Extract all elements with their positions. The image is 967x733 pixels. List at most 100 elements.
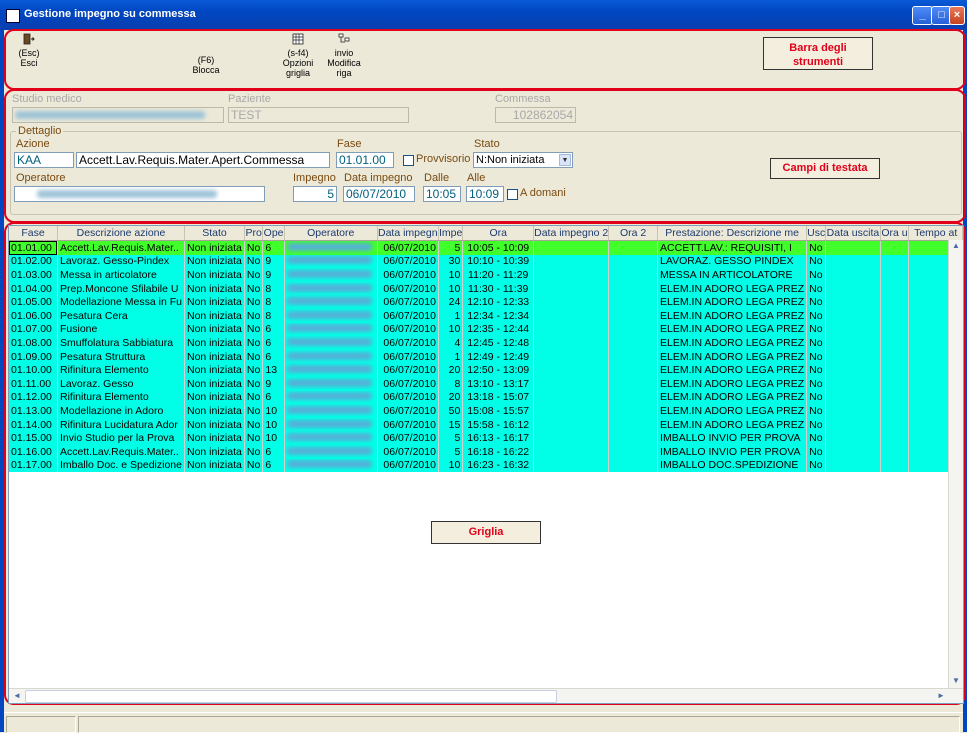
table-cell[interactable] [825, 417, 881, 432]
azione-code-field[interactable]: KAA [14, 152, 74, 168]
table-cell[interactable] [825, 431, 881, 445]
table-cell[interactable]: 06/07/2010 [377, 240, 439, 255]
table-cell[interactable]: Non iniziata [184, 390, 245, 405]
table-cell[interactable]: 6 [262, 322, 285, 337]
table-cell[interactable] [825, 254, 881, 269]
table-cell[interactable]: IMBALLO INVIO PER PROVA [657, 431, 808, 445]
table-cell[interactable] [608, 431, 659, 445]
table-cell[interactable] [825, 295, 881, 309]
column-header[interactable]: Prestazione: Descrizione me [657, 226, 808, 241]
table-cell[interactable]: ELEM.IN ADORO LEGA PREZ [657, 376, 808, 391]
table-cell[interactable]: ELEM.IN ADORO LEGA PREZ [657, 308, 808, 323]
table-cell[interactable]: ELEM.IN ADORO LEGA PREZ [657, 322, 808, 337]
table-cell[interactable]: 50 [438, 404, 464, 418]
column-header[interactable]: Ora 2 [608, 226, 659, 241]
scroll-left-icon[interactable]: ◄ [11, 690, 23, 702]
table-cell[interactable]: 10:10 - 10:39 [462, 254, 535, 269]
table-cell[interactable] [880, 240, 910, 255]
table-cell[interactable]: No [244, 404, 264, 418]
table-cell[interactable]: 06/07/2010 [377, 431, 439, 445]
table-cell[interactable] [608, 444, 659, 459]
table-cell[interactable]: 11:20 - 11:29 [462, 268, 535, 282]
table-cell[interactable]: 06/07/2010 [377, 390, 439, 405]
table-cell[interactable] [608, 322, 659, 337]
table-cell[interactable] [880, 322, 910, 337]
table-cell[interactable]: 20 [438, 390, 464, 405]
table-cell[interactable]: No [806, 417, 827, 432]
table-cell[interactable]: 6 [262, 390, 285, 405]
table-cell[interactable]: No [806, 268, 827, 282]
table-cell[interactable] [284, 268, 378, 282]
table-cell[interactable]: Rifinitura Elemento [57, 390, 185, 405]
close-button[interactable]: × [949, 6, 965, 25]
data-impegno-field[interactable]: 06/07/2010 [343, 186, 415, 202]
table-cell[interactable] [608, 254, 659, 269]
table-cell[interactable] [284, 322, 378, 337]
table-cell[interactable]: 5 [438, 431, 464, 445]
table-cell[interactable]: Prep.Moncone Sfilabile U [57, 281, 185, 296]
table-cell[interactable]: 01.09.00 [9, 349, 58, 364]
table-cell[interactable]: 06/07/2010 [377, 336, 439, 350]
table-cell[interactable]: Non iniziata [184, 268, 245, 282]
vertical-scrollbar[interactable]: ▲ ▼ [948, 240, 963, 689]
table-cell[interactable] [608, 390, 659, 405]
table-cell[interactable] [880, 431, 910, 445]
table-cell[interactable]: ELEM.IN ADORO LEGA PREZ [657, 295, 808, 309]
table-cell[interactable]: No [244, 458, 264, 473]
table-cell[interactable]: Modellazione in Adoro [57, 404, 185, 418]
table-cell[interactable] [880, 336, 910, 350]
table-cell[interactable]: No [806, 444, 827, 459]
table-cell[interactable]: 01.10.00 [9, 363, 58, 377]
table-row[interactable]: 01.01.00 Accett.Lav.Requis.Mater.. Non ini… [9, 240, 963, 255]
table-cell[interactable]: 6 [262, 240, 285, 255]
table-cell[interactable]: IMBALLO INVIO PER PROVA [657, 444, 808, 459]
table-row[interactable]: 01.16.00 Accett.Lav.Requis.Mater.. Non ini… [9, 444, 963, 459]
table-cell[interactable]: 12:34 - 12:34 [462, 308, 535, 323]
table-cell[interactable]: 12:10 - 12:33 [462, 295, 535, 309]
table-cell[interactable]: No [244, 376, 264, 391]
table-cell[interactable]: ELEM.IN ADORO LEGA PREZ [657, 349, 808, 364]
column-header[interactable]: Usc [806, 226, 827, 241]
grid-options-button[interactable]: (s-f4) Opzioni griglia [281, 33, 315, 78]
table-cell[interactable]: 06/07/2010 [377, 458, 439, 473]
table-cell[interactable]: Messa in articolatore [57, 268, 185, 282]
table-cell[interactable]: ELEM.IN ADORO LEGA PREZ [657, 336, 808, 350]
table-cell[interactable] [880, 281, 910, 296]
column-header[interactable]: Fase [9, 226, 58, 241]
table-cell[interactable]: Non iniziata [184, 281, 245, 296]
table-cell[interactable]: Imballo Doc. e Spedizione [57, 458, 185, 473]
table-row[interactable]: 01.07.00 Fusione Non iniziata No 6 06/07/2010… [9, 322, 963, 337]
table-cell[interactable] [825, 376, 881, 391]
table-cell[interactable]: 01.14.00 [9, 417, 58, 432]
table-cell[interactable] [880, 254, 910, 269]
table-cell[interactable] [284, 390, 378, 405]
column-header[interactable]: Stato [184, 226, 245, 241]
column-header[interactable]: Descrizione azione [57, 226, 185, 241]
table-cell[interactable]: 06/07/2010 [377, 376, 439, 391]
table-cell[interactable]: No [244, 336, 264, 350]
table-cell[interactable] [880, 444, 910, 459]
table-row[interactable]: 01.12.00 Rifinitura Elemento Non iniziata N… [9, 390, 963, 405]
table-cell[interactable] [825, 268, 881, 282]
table-cell[interactable] [533, 349, 610, 364]
table-cell[interactable]: 06/07/2010 [377, 308, 439, 323]
table-cell[interactable] [825, 308, 881, 323]
table-cell[interactable]: 06/07/2010 [377, 349, 439, 364]
table-cell[interactable] [825, 349, 881, 364]
table-cell[interactable]: 10 [262, 431, 285, 445]
table-cell[interactable]: 16:13 - 16:17 [462, 431, 535, 445]
table-cell[interactable]: No [806, 281, 827, 296]
table-cell[interactable] [825, 363, 881, 377]
table-cell[interactable]: ELEM.IN ADORO LEGA PREZ [657, 417, 808, 432]
table-cell[interactable]: 6 [262, 349, 285, 364]
table-cell[interactable]: 12:35 - 12:44 [462, 322, 535, 337]
table-cell[interactable] [533, 431, 610, 445]
table-cell[interactable] [533, 444, 610, 459]
table-cell[interactable]: 16:23 - 16:32 [462, 458, 535, 473]
table-cell[interactable] [825, 336, 881, 350]
table-cell[interactable] [880, 458, 910, 473]
provvisorio-checkbox[interactable] [403, 155, 414, 166]
table-cell[interactable] [533, 240, 610, 255]
table-cell[interactable]: 13:18 - 15:07 [462, 390, 535, 405]
table-cell[interactable]: Accett.Lav.Requis.Mater.. [57, 444, 185, 459]
